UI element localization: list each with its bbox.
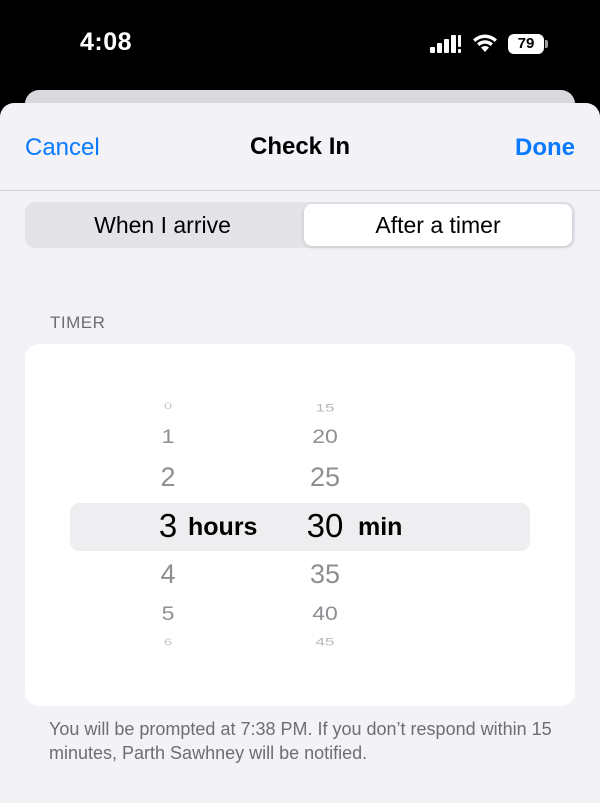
nav-bar: Cancel Check In Done xyxy=(0,103,600,191)
battery-level: 79 xyxy=(517,35,535,52)
hours-option[interactable]: 1 xyxy=(143,425,193,448)
minutes-option-selected[interactable]: 30 xyxy=(295,507,355,545)
hours-option[interactable]: 5 xyxy=(143,602,193,625)
segment-when-i-arrive[interactable]: When I arrive xyxy=(25,202,300,248)
check-in-footer-note: You will be prompted at 7:38 PM. If you … xyxy=(49,719,552,763)
hours-option[interactable]: 6 xyxy=(143,637,193,647)
mode-segmented-control: When I arrive After a timer xyxy=(25,202,575,248)
page-title: Check In xyxy=(249,133,351,160)
battery-icon: 79 xyxy=(508,34,550,54)
timer-picker[interactable]: 0 1 2 3 4 5 6 hours 15 20 25 30 35 40 45… xyxy=(25,344,575,706)
hours-unit-label: hours xyxy=(188,513,258,541)
minutes-unit-label: min xyxy=(358,513,403,541)
minutes-option[interactable]: 15 xyxy=(295,402,355,415)
hours-option[interactable]: 0 xyxy=(143,401,193,411)
minutes-option[interactable]: 35 xyxy=(295,559,355,590)
hours-option[interactable]: 4 xyxy=(143,559,193,590)
minutes-option[interactable]: 20 xyxy=(295,425,355,448)
hours-option-selected[interactable]: 3 xyxy=(143,507,193,545)
section-header-timer: TIMER xyxy=(50,313,106,332)
segment-after-a-timer[interactable]: After a timer xyxy=(304,204,572,246)
minutes-option[interactable]: 40 xyxy=(295,602,355,625)
signal-icon xyxy=(430,35,461,53)
minutes-option[interactable]: 45 xyxy=(295,636,355,649)
check-in-sheet: Cancel Check In Done When I arrive After… xyxy=(0,103,600,803)
status-time: 4:08 xyxy=(80,28,133,56)
status-bar: 4:08 79 xyxy=(0,0,600,90)
done-button[interactable]: Done xyxy=(515,134,575,162)
hours-option[interactable]: 2 xyxy=(143,462,193,493)
minutes-option[interactable]: 25 xyxy=(295,462,355,493)
wifi-icon xyxy=(473,34,497,52)
